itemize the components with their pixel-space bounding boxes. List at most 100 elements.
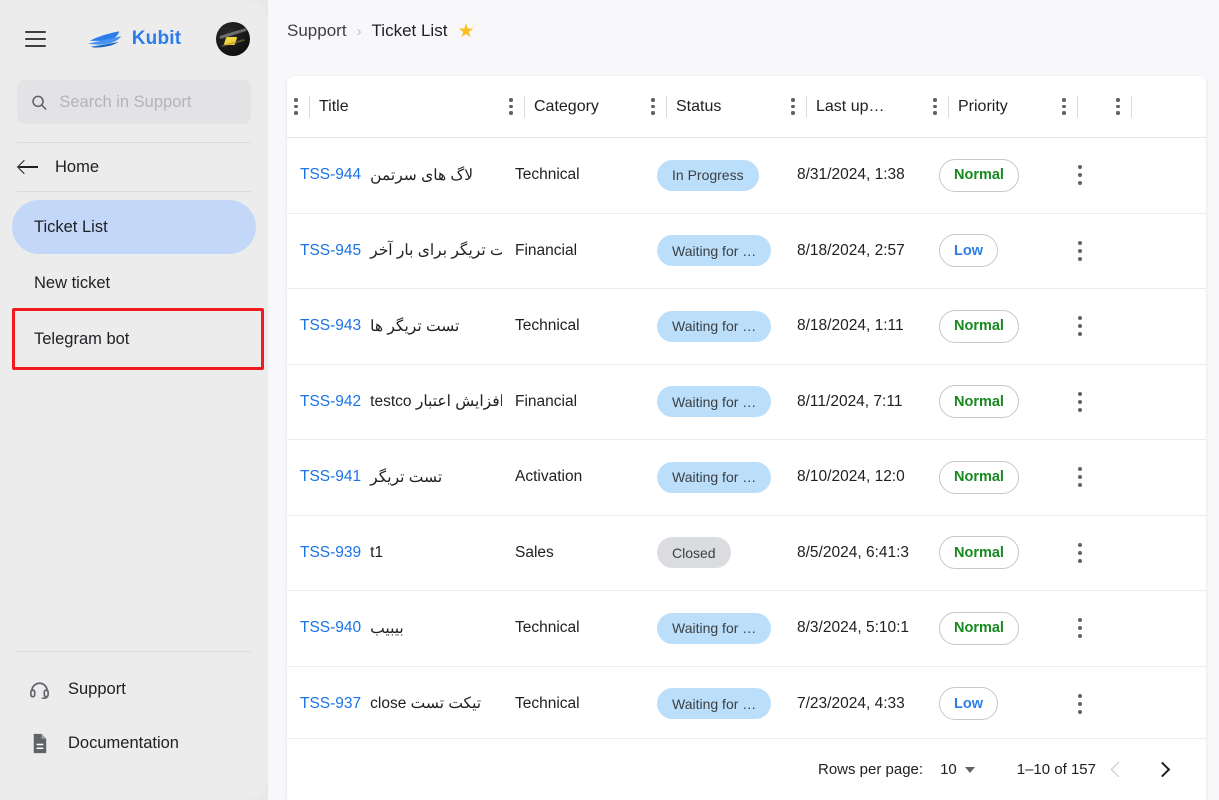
table-row[interactable]: TSS-943 تست تریگر ها Technical Waiting f… bbox=[287, 289, 1206, 365]
sidebar-item-ticket-list[interactable]: Ticket List bbox=[12, 200, 256, 254]
table-row[interactable]: TSS-940 بیبیب Technical Waiting for … 8/… bbox=[287, 591, 1206, 667]
row-menu-icon[interactable] bbox=[1069, 311, 1091, 341]
column-label: Title bbox=[319, 97, 349, 115]
column-menu-icon[interactable] bbox=[502, 76, 520, 137]
cell-last-updated: 8/18/2024, 2:57 bbox=[784, 214, 926, 289]
row-menu-icon[interactable] bbox=[1069, 613, 1091, 643]
ticket-id-link[interactable]: TSS-937 bbox=[300, 695, 361, 713]
cell-last-updated: 8/5/2024, 6:41:3 bbox=[784, 516, 926, 591]
ticket-id-link[interactable]: TSS-940 bbox=[300, 619, 361, 637]
cell-title: TSS-943 تست تریگر ها bbox=[287, 289, 502, 364]
sidebar: Kubit Home Ticket List bbox=[0, 0, 268, 800]
rows-per-page-select[interactable]: 10 bbox=[940, 761, 975, 778]
ticket-id-link[interactable]: TSS-939 bbox=[300, 544, 361, 562]
table-header-priority[interactable]: Priority bbox=[926, 76, 1055, 137]
breadcrumb-separator-icon: › bbox=[356, 22, 362, 40]
cell-category: Technical bbox=[502, 667, 644, 742]
search-box[interactable] bbox=[17, 80, 251, 124]
category-value: Financial bbox=[515, 241, 578, 259]
rows-per-page-label: Rows per page: bbox=[818, 761, 924, 778]
row-menu-icon[interactable] bbox=[1069, 236, 1091, 266]
status-badge: Waiting for … bbox=[657, 461, 772, 493]
hamburger-menu-icon[interactable] bbox=[18, 22, 52, 56]
row-menu-icon[interactable] bbox=[1069, 160, 1091, 190]
ticket-id-link[interactable]: TSS-941 bbox=[300, 468, 361, 486]
priority-badge: Normal bbox=[939, 536, 1019, 570]
cell-title: TSS-937 close تیکت تست bbox=[287, 667, 502, 742]
table-header-last-updated[interactable]: Last up… bbox=[784, 76, 926, 137]
ticket-id-link[interactable]: TSS-944 bbox=[300, 166, 361, 184]
table-header-row: Title Category Status Last up… Priority bbox=[287, 76, 1206, 138]
column-menu-icon[interactable] bbox=[287, 76, 305, 137]
search-input[interactable] bbox=[59, 92, 237, 112]
cell-actions bbox=[1055, 365, 1135, 440]
search-icon bbox=[32, 95, 47, 110]
cell-priority: Low bbox=[926, 214, 1055, 289]
ticket-id-link[interactable]: TSS-943 bbox=[300, 317, 361, 335]
cell-category: Technical bbox=[502, 138, 644, 213]
sidebar-item-support[interactable]: Support bbox=[0, 662, 268, 716]
column-label: Category bbox=[534, 97, 599, 115]
column-menu-icon[interactable] bbox=[784, 76, 802, 137]
table-row[interactable]: TSS-937 close تیکت تست Technical Waiting… bbox=[287, 667, 1206, 742]
ticket-title: تست تریگر bbox=[370, 468, 443, 486]
ticket-title: close تیکت تست bbox=[370, 695, 482, 713]
column-label: Priority bbox=[958, 97, 1008, 115]
cell-category: Sales bbox=[502, 516, 644, 591]
table-header-category[interactable]: Category bbox=[502, 76, 644, 137]
sidebar-item-documentation[interactable]: Documentation bbox=[0, 716, 268, 770]
ticket-title: تست تریگر ها bbox=[370, 317, 460, 335]
table-options-icon[interactable] bbox=[1109, 76, 1127, 137]
table-header-status[interactable]: Status bbox=[644, 76, 784, 137]
row-menu-icon[interactable] bbox=[1069, 538, 1091, 568]
next-page-button[interactable] bbox=[1140, 748, 1184, 792]
row-menu-icon[interactable] bbox=[1069, 387, 1091, 417]
table-body[interactable]: TSS-944 لاگ های سرتمن Technical In Progr… bbox=[287, 138, 1206, 800]
sidebar-item-telegram-bot[interactable]: Telegram bot bbox=[12, 308, 264, 370]
column-divider bbox=[1077, 95, 1078, 118]
column-menu-icon[interactable] bbox=[1055, 76, 1073, 137]
brand-logo-group[interactable]: Kubit bbox=[58, 28, 210, 50]
cell-status: Waiting for … bbox=[644, 591, 784, 666]
favorite-star-icon[interactable]: ★ bbox=[457, 22, 474, 41]
column-menu-icon[interactable] bbox=[926, 76, 944, 137]
cell-category: Financial bbox=[502, 214, 644, 289]
column-divider bbox=[806, 95, 807, 118]
priority-badge: Normal bbox=[939, 158, 1019, 192]
priority-badge: Normal bbox=[939, 460, 1019, 494]
cell-category: Financial bbox=[502, 365, 644, 440]
sidebar-item-new-ticket[interactable]: New ticket bbox=[12, 256, 256, 310]
status-badge: Waiting for … bbox=[657, 235, 772, 267]
breadcrumb-parent[interactable]: Support bbox=[287, 21, 347, 41]
table-header-title[interactable]: Title bbox=[287, 76, 502, 137]
cell-actions bbox=[1055, 591, 1135, 666]
sidebar-item-home[interactable]: Home bbox=[0, 143, 268, 191]
cell-status: Waiting for … bbox=[644, 214, 784, 289]
user-avatar[interactable] bbox=[216, 22, 250, 56]
column-menu-icon[interactable] bbox=[644, 76, 662, 137]
ticket-title: لاگ های سرتمن bbox=[370, 166, 474, 184]
table-row[interactable]: TSS-942 افزایش اعتبار testco Financial W… bbox=[287, 365, 1206, 440]
cell-category: Technical bbox=[502, 289, 644, 364]
cell-priority: Normal bbox=[926, 365, 1055, 440]
ticket-id-link[interactable]: TSS-945 bbox=[300, 242, 361, 260]
table-row[interactable]: TSS-944 لاگ های سرتمن Technical In Progr… bbox=[287, 138, 1206, 214]
cell-priority: Normal bbox=[926, 138, 1055, 213]
column-divider bbox=[948, 95, 949, 118]
ticket-id-link[interactable]: TSS-942 bbox=[300, 393, 361, 411]
previous-page-button[interactable] bbox=[1096, 748, 1140, 792]
status-badge: In Progress bbox=[657, 159, 759, 191]
priority-badge: Low bbox=[939, 687, 998, 721]
table-row[interactable]: TSS-945 تست تریگر برای بار آخر Financial… bbox=[287, 214, 1206, 289]
row-menu-icon[interactable] bbox=[1069, 462, 1091, 492]
cell-status: Closed bbox=[644, 516, 784, 591]
rows-per-page-value: 10 bbox=[940, 761, 957, 778]
cell-last-updated: 8/11/2024, 7:11 bbox=[784, 365, 926, 440]
breadcrumb-current[interactable]: Ticket List bbox=[372, 21, 448, 41]
table-row[interactable]: TSS-941 تست تریگر Activation Waiting for… bbox=[287, 440, 1206, 516]
cell-last-updated: 8/31/2024, 1:38 bbox=[784, 138, 926, 213]
row-menu-icon[interactable] bbox=[1069, 689, 1091, 719]
cell-category: Technical bbox=[502, 591, 644, 666]
column-divider bbox=[1131, 95, 1132, 118]
table-row[interactable]: TSS-939 t1 Sales Closed 8/5/2024, 6:41:3… bbox=[287, 516, 1206, 591]
